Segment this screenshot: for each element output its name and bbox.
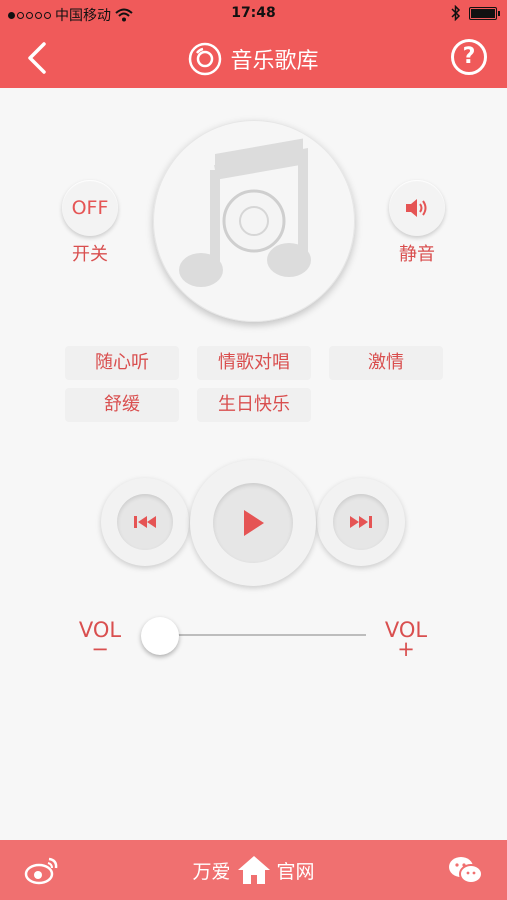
battery-icon (469, 6, 500, 20)
fast-forward-icon (350, 516, 372, 528)
play-button[interactable] (190, 460, 316, 586)
volume-max-label: VOL + (382, 620, 430, 661)
power-toggle-button[interactable]: OFF (62, 180, 118, 236)
music-note-icon (179, 138, 311, 287)
genre-tag[interactable]: 生日快乐 (197, 388, 311, 422)
rewind-icon (134, 516, 156, 528)
home-link[interactable]: 万爱 官网 (0, 854, 507, 886)
mute-button[interactable] (389, 180, 445, 236)
next-button-inner (333, 494, 389, 550)
home-link-right-text: 官网 (276, 860, 315, 883)
home-icon (237, 856, 270, 884)
home-link-left-text: 万爱 (192, 860, 231, 883)
music-library-content: OFF 开关 静音 随心听 情歌对唱 激情 舒缓 生日快乐 VOL − VOL … (0, 88, 507, 840)
help-button[interactable]: ? (451, 39, 487, 75)
page-title: 音乐歌库 (0, 42, 507, 76)
volume-min-label: VOL − (76, 620, 124, 661)
album-disc (153, 120, 355, 322)
power-toggle-label: OFF (71, 197, 109, 219)
volume-min-sign: − (91, 637, 109, 661)
play-icon (244, 510, 264, 536)
status-right (451, 5, 500, 21)
page-title-text: 音乐歌库 (230, 49, 319, 74)
play-button-inner (213, 483, 293, 563)
volume-slider-handle[interactable] (141, 617, 179, 655)
previous-button[interactable] (101, 478, 189, 566)
genre-tag[interactable]: 舒缓 (65, 388, 179, 422)
previous-button-inner (117, 494, 173, 550)
wechat-icon[interactable] (447, 855, 483, 885)
battery-fill (471, 8, 495, 18)
bottom-bar: 万爱 官网 (0, 840, 507, 900)
next-button[interactable] (317, 478, 405, 566)
status-bar: 中国移动 17:48 (0, 0, 507, 28)
status-time: 17:48 (231, 5, 276, 21)
genre-tag[interactable]: 情歌对唱 (197, 346, 311, 380)
bluetooth-icon (451, 5, 461, 21)
power-toggle-caption: 开关 (72, 244, 108, 265)
genre-tag[interactable]: 激情 (329, 346, 443, 380)
nav-bar: 音乐歌库 ? (0, 28, 507, 88)
mute-caption: 静音 (399, 244, 435, 265)
volume-max-sign: + (397, 637, 415, 661)
speaker-icon (406, 199, 427, 217)
disc-icon (189, 42, 222, 76)
volume-track[interactable] (160, 634, 366, 636)
genre-tag[interactable]: 随心听 (65, 346, 179, 380)
